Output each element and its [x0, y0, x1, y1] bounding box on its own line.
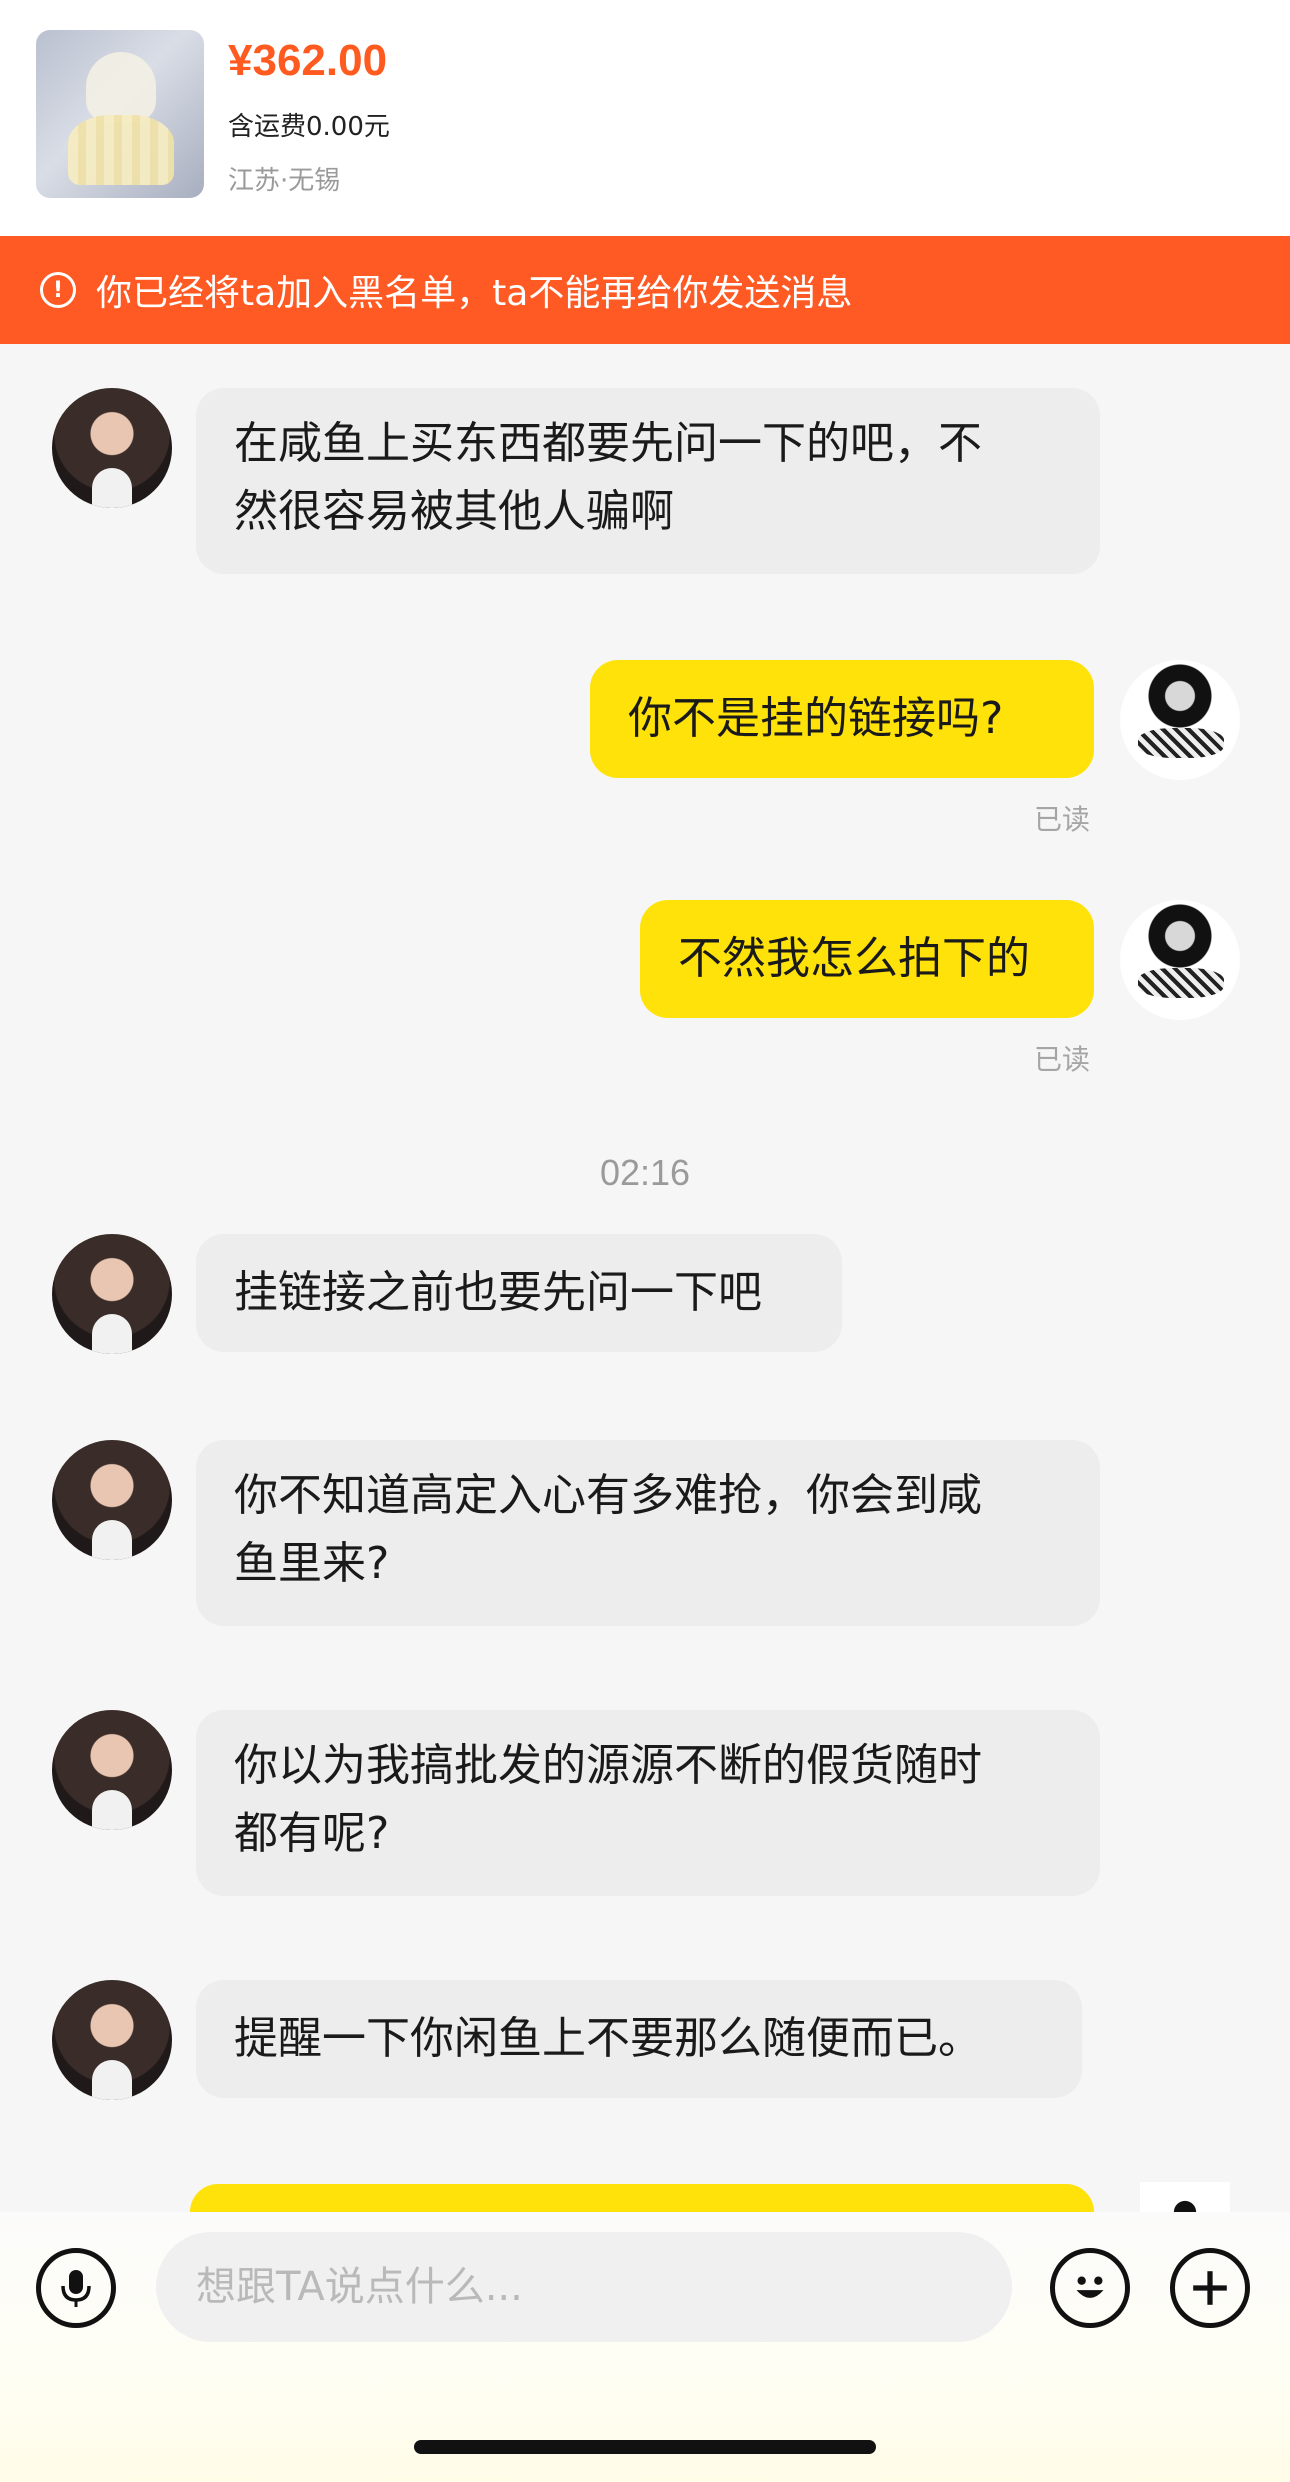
emoji-icon[interactable]	[1050, 2248, 1130, 2328]
blacklist-banner: ! 你已经将ta加入黑名单，ta不能再给你发送消息	[0, 236, 1290, 344]
message-line: 都有呢?	[234, 1808, 390, 1859]
alert-circle-icon: !	[40, 272, 76, 308]
product-price: ¥362.00	[228, 36, 388, 85]
message-bubble-peer[interactable]: 提醒一下你闲鱼上不要那么随便而已。	[196, 1980, 1082, 2098]
my-avatar-partial	[1140, 2182, 1230, 2212]
message-line: 在咸鱼上买东西都要先问一下的吧，不	[234, 418, 982, 469]
message-bubble-peer[interactable]: 你以为我搞批发的源源不断的假货随时 都有呢?	[196, 1710, 1100, 1896]
plus-icon[interactable]	[1170, 2248, 1250, 2328]
peer-avatar[interactable]	[52, 1710, 172, 1830]
message-input[interactable]	[156, 2232, 1012, 2342]
message-bubble-peer[interactable]: 挂链接之前也要先问一下吧	[196, 1234, 842, 1352]
message-bubble-me[interactable]: 不然我怎么拍下的	[640, 900, 1094, 1018]
message-bubble-peer[interactable]: 在咸鱼上买东西都要先问一下的吧，不 然很容易被其他人骗啊	[196, 388, 1100, 574]
product-card[interactable]: ¥362.00 含运费0.00元 江苏·无锡	[0, 0, 1290, 236]
product-location: 江苏·无锡	[228, 166, 341, 196]
microphone-icon[interactable]	[36, 2248, 116, 2328]
message-line: 你不知道高定入心有多难抢，你会到咸	[234, 1470, 982, 1521]
read-status: 已读	[1034, 1043, 1091, 1076]
chat-timestamp: 02:16	[599, 1152, 691, 1193]
message-bubble-peer[interactable]: 你不知道高定入心有多难抢，你会到咸 鱼里来?	[196, 1440, 1100, 1626]
peer-avatar[interactable]	[52, 388, 172, 508]
blacklist-banner-text: 你已经将ta加入黑名单，ta不能再给你发送消息	[96, 273, 853, 314]
peer-avatar[interactable]	[52, 1234, 172, 1354]
my-avatar[interactable]	[1120, 660, 1240, 780]
message-line: 然很容易被其他人骗啊	[234, 486, 674, 537]
peer-avatar[interactable]	[52, 1980, 172, 2100]
message-line: 不然我怎么拍下的	[678, 933, 1030, 984]
message-line: 挂链接之前也要先问一下吧	[234, 1267, 762, 1318]
dress-image-top	[86, 52, 156, 122]
home-indicator[interactable]	[414, 2440, 876, 2454]
my-avatar[interactable]	[1120, 900, 1240, 1020]
read-status: 已读	[1034, 803, 1091, 836]
peer-avatar[interactable]	[52, 1440, 172, 1560]
product-thumbnail[interactable]	[36, 30, 204, 198]
message-line: 鱼里来?	[234, 1538, 390, 1589]
message-line: 提醒一下你闲鱼上不要那么随便而已。	[234, 2013, 982, 2064]
message-line: 你不是挂的链接吗?	[628, 693, 1004, 744]
dress-image-skirt	[68, 115, 174, 185]
product-shipping: 含运费0.00元	[228, 112, 390, 142]
message-line: 你以为我搞批发的源源不断的假货随时	[234, 1740, 982, 1791]
message-bubble-me[interactable]: 你不是挂的链接吗?	[590, 660, 1094, 778]
